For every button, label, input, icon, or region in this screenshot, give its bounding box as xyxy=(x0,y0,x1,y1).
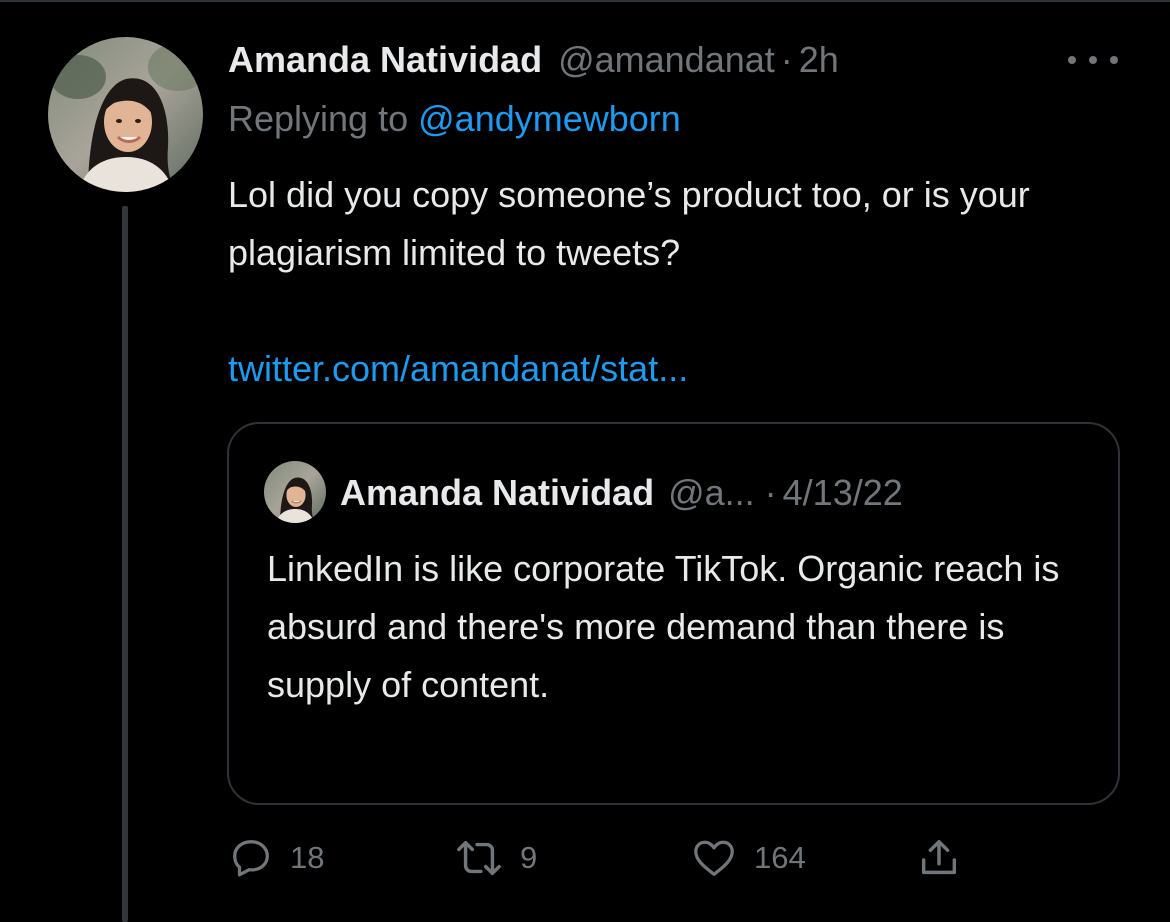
tweet-link[interactable]: twitter.com/amandanat/stat... xyxy=(228,340,688,398)
quoted-author-handle: @a... xyxy=(668,472,755,513)
reply-icon xyxy=(233,840,269,877)
top-divider xyxy=(0,0,1170,2)
more-options-button[interactable] xyxy=(1068,48,1118,72)
tweet-header: Amanda Natividad @amandanat · 2h xyxy=(228,36,839,84)
more-horizontal-icon xyxy=(1089,56,1097,64)
reply-count: 18 xyxy=(290,840,325,875)
more-horizontal-icon xyxy=(1068,56,1076,64)
like-count: 164 xyxy=(754,840,806,875)
separator-dot: · xyxy=(764,472,777,513)
retweet-count: 9 xyxy=(520,840,538,875)
quoted-tweet-text: LinkedIn is like corporate TikTok. Organ… xyxy=(267,548,1060,705)
author-avatar[interactable] xyxy=(48,37,203,192)
author-name[interactable]: Amanda Natividad xyxy=(228,36,542,84)
retweet-button[interactable]: 9 xyxy=(454,830,537,886)
quoted-tweet-header: Amanda Natividad @a... · 4/13/22 xyxy=(340,468,903,518)
share-button[interactable] xyxy=(916,830,962,886)
heart-icon xyxy=(694,840,734,876)
more-horizontal-icon xyxy=(1110,56,1118,64)
like-button[interactable]: 164 xyxy=(690,830,806,886)
thread-line xyxy=(122,206,128,922)
quoted-author-avatar xyxy=(264,461,326,523)
tweet-time[interactable]: 2h xyxy=(799,36,839,84)
separator-dot: · xyxy=(780,39,793,80)
reply-button[interactable]: 18 xyxy=(228,830,324,886)
replying-prefix: Replying to xyxy=(228,98,409,139)
quoted-tweet[interactable]: Amanda Natividad @a... · 4/13/22 LinkedI… xyxy=(227,422,1120,805)
replying-to: Replying to @andymewborn xyxy=(228,96,681,142)
avatar-photo xyxy=(264,461,326,523)
author-handle[interactable]: @amandanat xyxy=(558,36,775,84)
replying-handle-link[interactable]: @andymewborn xyxy=(418,98,681,139)
quoted-author-name: Amanda Natividad xyxy=(340,472,655,513)
avatar-photo xyxy=(48,37,203,192)
quoted-tweet-date: 4/13/22 xyxy=(782,472,903,513)
share-icon xyxy=(921,839,957,875)
retweet-icon xyxy=(457,840,501,876)
tweet-text: Lol did you copy someone’s product too, … xyxy=(228,174,1030,273)
tweet-actions: 18 9 164 xyxy=(228,830,988,886)
